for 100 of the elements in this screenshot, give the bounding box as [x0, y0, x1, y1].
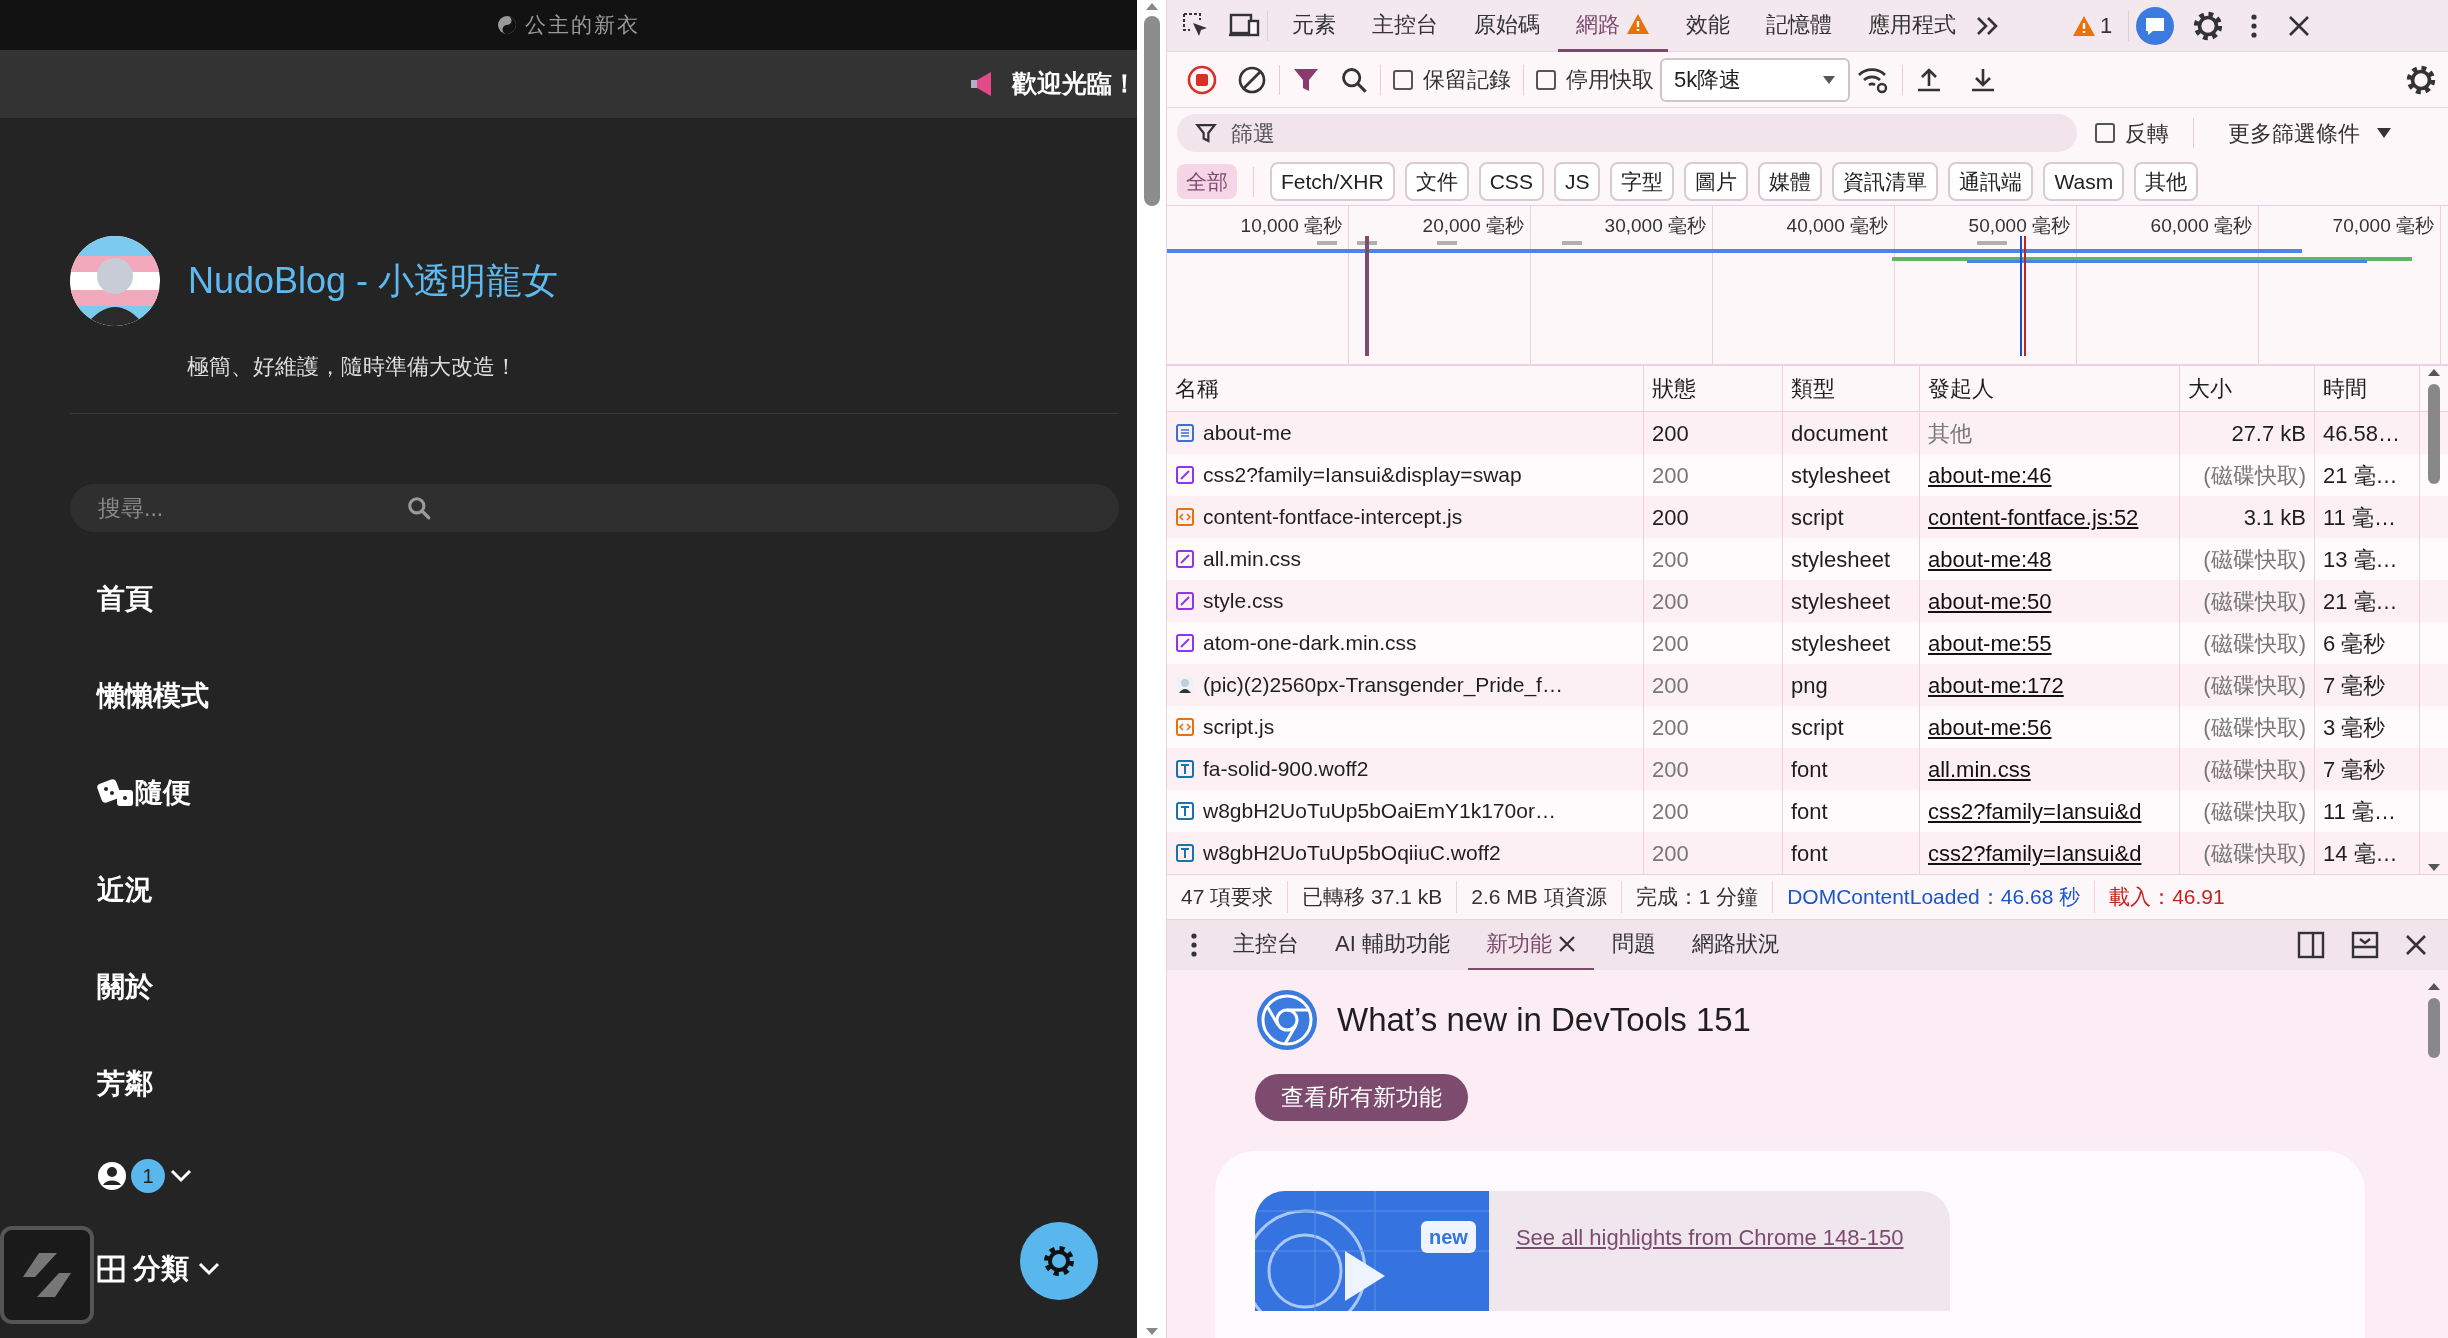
- scrollbar-thumb[interactable]: [1143, 16, 1160, 206]
- timeline-tick-label: 60,000 毫秒: [2150, 215, 2252, 236]
- search-icon[interactable]: [1340, 65, 1368, 94]
- request-name[interactable]: script.js: [1203, 711, 1275, 743]
- type-filter-chip[interactable]: Fetch/XHR: [1270, 161, 1395, 202]
- request-name[interactable]: css2?family=Iansui&display=swap: [1203, 459, 1522, 491]
- status-text: DOMContentLoaded：46.68 秒: [1773, 881, 2096, 913]
- type-filter-chip[interactable]: 文件: [1404, 161, 1469, 202]
- user-menu-button[interactable]: 1: [97, 1159, 193, 1193]
- highlights-link[interactable]: See all highlights from Chrome 148-150: [1515, 1220, 1904, 1251]
- nav-link[interactable]: 芳鄰: [97, 1062, 153, 1105]
- filter-bar[interactable]: 篩選: [1177, 114, 2077, 152]
- nav-link[interactable]: 關於: [97, 965, 153, 1008]
- panel-tab[interactable]: 元素: [1274, 0, 1354, 52]
- column-header[interactable]: 發起人: [1920, 366, 2180, 411]
- type-filter-chip[interactable]: 全部: [1177, 163, 1237, 200]
- type-filter-chip[interactable]: CSS: [1478, 161, 1544, 202]
- initiator-link[interactable]: about-me:48: [1928, 542, 2052, 576]
- initiator-link[interactable]: about-me:172: [1928, 668, 2064, 702]
- type-filter-chip[interactable]: JS: [1553, 161, 1601, 202]
- whats-new-button[interactable]: 查看所有新功能: [1255, 1074, 1468, 1121]
- chevron-down-icon: [197, 1260, 221, 1277]
- search-bar[interactable]: 搜尋...: [70, 484, 1119, 532]
- type-filter-chip[interactable]: 資訊清單: [1832, 161, 1939, 202]
- dock-side-icon[interactable]: [2296, 930, 2326, 960]
- initiator-link[interactable]: css2?family=Iansui&d: [1928, 836, 2142, 870]
- drawer-tab[interactable]: 網路狀況: [1673, 919, 1798, 971]
- type-filter-chip[interactable]: Wasm: [2043, 161, 2125, 202]
- more-filters-button[interactable]: 更多篩選條件: [2218, 116, 2402, 150]
- filter-field[interactable]: 篩選: [1229, 115, 1529, 151]
- panel-tab[interactable]: 應用程式: [1850, 0, 1974, 52]
- caret-icon: [2376, 127, 2392, 139]
- checkbox[interactable]: 反轉: [2095, 116, 2169, 150]
- request-name[interactable]: about-me: [1203, 417, 1292, 449]
- column-header[interactable]: 狀態: [1644, 366, 1783, 411]
- close-icon[interactable]: [2287, 13, 2312, 38]
- drawer-tab[interactable]: 主控台: [1215, 919, 1317, 971]
- caret-icon: [1822, 74, 1836, 85]
- clear-icon[interactable]: [1237, 64, 1267, 95]
- initiator-link[interactable]: content-fontface.js:52: [1928, 500, 2139, 534]
- scrollbar-thumb[interactable]: [2428, 998, 2440, 1058]
- request-name[interactable]: atom-one-dark.min.css: [1203, 627, 1417, 659]
- type-filter-chip[interactable]: 其他: [2134, 161, 2199, 202]
- initiator-link[interactable]: all.min.css: [1928, 752, 2031, 786]
- type-filter-chip[interactable]: 圖片: [1684, 161, 1749, 202]
- column-header[interactable]: 大小: [2180, 366, 2315, 411]
- initiator-link[interactable]: about-me:46: [1928, 458, 2052, 492]
- request-name[interactable]: style.css: [1203, 585, 1284, 617]
- ai-assistant-icon[interactable]: [2135, 5, 2176, 46]
- document-icon: [1175, 423, 1195, 443]
- initiator-link[interactable]: css2?family=Iansui&d: [1928, 794, 2142, 828]
- nav-link[interactable]: 隨便: [97, 771, 191, 814]
- request-name[interactable]: (pic)(2)2560px-Transgender_Pride_f…: [1203, 669, 1563, 701]
- drawer-title: What’s new in DevTools 151: [1337, 1000, 1751, 1041]
- warnings-button[interactable]: 1: [2062, 9, 2123, 42]
- more-options-icon[interactable]: [1189, 931, 1199, 959]
- nav-link[interactable]: 懶懶模式: [97, 674, 209, 717]
- drawer-tab[interactable]: 問題: [1593, 919, 1674, 971]
- type-filter-chip[interactable]: 媒體: [1758, 161, 1823, 202]
- checkbox[interactable]: 停用快取: [1536, 63, 1654, 96]
- panel-tab[interactable]: 記憶體: [1748, 0, 1850, 52]
- request-name[interactable]: all.min.css: [1203, 543, 1302, 575]
- yin-yang-icon: [497, 15, 517, 35]
- record-stop-icon[interactable]: [1187, 64, 1217, 95]
- app-logo[interactable]: [0, 1226, 94, 1324]
- close-icon[interactable]: [2404, 933, 2428, 957]
- drawer-tab[interactable]: AI 輔助功能: [1317, 919, 1468, 971]
- new-badge: new: [1421, 1220, 1476, 1253]
- nav-link[interactable]: 近況: [97, 868, 153, 911]
- panel-tab[interactable]: 原始碼: [1456, 0, 1558, 52]
- category-menu-button[interactable]: 分類: [97, 1247, 221, 1290]
- request-name[interactable]: fa-solid-900.woff2: [1203, 753, 1369, 785]
- scrollbar-thumb[interactable]: [2428, 384, 2440, 484]
- column-header[interactable]: 時間: [2315, 366, 2420, 411]
- type-filter-chip[interactable]: 字型: [1610, 161, 1675, 202]
- brush-file-icon: [1175, 633, 1195, 653]
- column-header[interactable]: 名稱: [1167, 366, 1644, 411]
- table-cell: 14 毫…: [2315, 832, 2420, 874]
- nav-link[interactable]: 首頁: [97, 577, 153, 620]
- timeline-tick-label: 40,000 毫秒: [1786, 215, 1888, 236]
- request-name[interactable]: w8gbH2UoTuUp5bOqiiuC.woff2: [1203, 837, 1501, 869]
- dock-bottom-icon[interactable]: [2350, 930, 2380, 960]
- initiator-link[interactable]: about-me:55: [1928, 626, 2052, 660]
- banner-text: 歡迎光臨！: [1012, 68, 1137, 100]
- panel-tab[interactable]: 網路: [1558, 0, 1668, 52]
- search-field[interactable]: 搜尋...: [96, 489, 396, 527]
- initiator-link[interactable]: about-me:50: [1928, 584, 2052, 618]
- column-header[interactable]: 類型: [1783, 366, 1920, 411]
- initiator-link[interactable]: about-me:56: [1928, 710, 2052, 744]
- panel-tab[interactable]: 效能: [1668, 0, 1748, 52]
- request-name[interactable]: content-fontface-intercept.js: [1203, 501, 1463, 533]
- font-file-icon: [1175, 801, 1195, 821]
- panel-tab[interactable]: 主控台: [1354, 0, 1456, 52]
- timeline-tick-label: 10,000 毫秒: [1240, 215, 1342, 236]
- brush-file-icon: [1175, 591, 1195, 611]
- blog-title[interactable]: NudoBlog - 小透明龍女: [188, 254, 559, 308]
- type-filter-chip[interactable]: 通訊端: [1948, 161, 2034, 202]
- request-name[interactable]: w8gbH2UoTuUp5bOaiEmY1k170or…: [1203, 795, 1556, 827]
- throttling-select[interactable]: 5k降速: [1660, 57, 1850, 102]
- checkbox[interactable]: 保留記錄: [1393, 63, 1511, 96]
